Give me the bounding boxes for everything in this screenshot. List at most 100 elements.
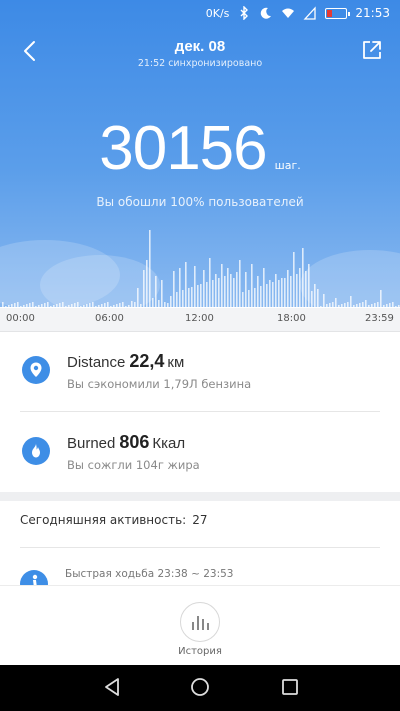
activity-bar <box>344 303 346 307</box>
distance-line: Distance 22,4 км <box>67 351 184 372</box>
share-icon[interactable] <box>360 38 384 62</box>
distance-card[interactable]: Distance 22,4 км Вы сэкономили 1,79Л бензи… <box>0 333 400 409</box>
activity-bar <box>98 305 100 307</box>
nav-home-icon[interactable] <box>190 677 210 697</box>
summary-header: 0K/s 21:53 дек. 08 21:52 синхронизирован… <box>0 0 400 307</box>
activity-bar <box>335 298 337 307</box>
nav-back-icon[interactable] <box>102 677 122 697</box>
activity-bar <box>167 303 169 307</box>
activity-bar <box>131 301 133 307</box>
steps-count: 30156 <box>99 114 267 183</box>
activity-bar <box>386 304 388 307</box>
activity-bar <box>260 286 262 307</box>
activity-bar <box>359 303 361 307</box>
net-speed: 0K/s <box>205 6 230 20</box>
burned-note: Вы сожгли 104г жира <box>67 458 200 472</box>
do-not-disturb-moon-icon <box>261 7 272 19</box>
activity-bar <box>371 304 373 307</box>
today-activity-header: Сегодняшняя активность: 27 <box>20 513 207 527</box>
activity-bar <box>164 302 166 307</box>
battery-icon <box>325 7 351 19</box>
activity-bar <box>305 271 307 307</box>
activity-bar <box>95 306 97 307</box>
activity-bar <box>392 302 394 307</box>
activity-bar <box>245 272 247 307</box>
signal-icon <box>303 6 317 20</box>
activity-bar <box>218 278 220 307</box>
activity-bar <box>44 303 46 307</box>
activity-bar <box>83 305 85 307</box>
divider <box>20 411 380 412</box>
burned-card[interactable]: Burned 806 Ккал Вы сожгли 104г жира <box>0 414 400 490</box>
today-activity-count: 27 <box>192 513 208 527</box>
activity-bar <box>290 276 292 307</box>
activity-bar <box>254 288 256 307</box>
activity-bar <box>140 304 142 307</box>
activity-bar <box>194 266 196 307</box>
time-tick: 23:59 <box>365 313 394 324</box>
activity-bar <box>224 276 226 307</box>
activity-bar <box>5 306 7 307</box>
activity-bar <box>242 292 244 307</box>
activity-histogram[interactable] <box>0 224 400 307</box>
page-title: дек. 08 <box>174 38 226 55</box>
activity-bar <box>323 294 325 307</box>
activity-bar <box>362 302 364 307</box>
activity-bar <box>221 264 223 307</box>
location-pin-icon <box>22 356 50 384</box>
activity-bar <box>161 280 163 307</box>
distance-note: Вы сэкономили 1,79Л бензина <box>67 377 252 391</box>
activity-bar <box>383 305 385 307</box>
activity-bar <box>134 302 136 307</box>
activity-bar <box>2 302 4 307</box>
activity-bar <box>314 284 316 307</box>
distance-unit: км <box>167 354 185 371</box>
activity-bar <box>59 303 61 307</box>
activity-bar <box>233 278 235 307</box>
activity-bar <box>128 305 130 307</box>
activity-bar <box>185 262 187 307</box>
activity-bar <box>248 290 250 307</box>
activity-bar <box>26 304 28 307</box>
activity-bar <box>302 248 304 307</box>
activity-bar <box>65 306 67 307</box>
activity-bar <box>257 276 259 307</box>
activity-bar <box>239 260 241 307</box>
activity-bar <box>80 306 82 307</box>
activity-bar <box>395 306 397 307</box>
activity-bar <box>389 303 391 307</box>
activity-bar <box>155 276 157 307</box>
activity-bar <box>278 280 280 307</box>
history-button[interactable] <box>180 602 220 642</box>
activity-bar <box>86 304 88 307</box>
activity-bar <box>299 268 301 307</box>
activity-bar <box>266 284 268 307</box>
activity-item-text[interactable]: Быстрая ходьба 23:38 ~ 23:53 <box>65 568 233 580</box>
activity-bar <box>188 288 190 307</box>
activity-bar <box>308 264 310 307</box>
bar-chart-icon <box>191 622 194 630</box>
activity-bar <box>347 302 349 307</box>
time-axis: 00:00 06:00 12:00 18:00 23:59 <box>0 308 400 332</box>
flame-icon <box>22 437 50 465</box>
activity-bar <box>50 306 52 307</box>
activity-bar <box>113 305 115 307</box>
activity-bar <box>338 305 340 307</box>
activity-bar <box>56 304 58 307</box>
activity-bar <box>353 305 355 307</box>
status-bar: 0K/s 21:53 <box>0 0 400 26</box>
activity-bar <box>326 304 328 307</box>
activity-bar <box>293 252 295 307</box>
time-tick: 00:00 <box>6 313 35 324</box>
activity-bar <box>296 274 298 307</box>
activity-bar <box>149 230 151 307</box>
nav-recents-icon[interactable] <box>280 677 300 697</box>
percentile-text: Вы обошли 100% пользователей <box>96 195 304 209</box>
activity-bar <box>380 290 382 307</box>
activity-bar <box>38 305 40 307</box>
time-tick: 18:00 <box>277 313 306 324</box>
activity-bar <box>251 264 253 307</box>
activity-bar <box>197 285 199 307</box>
bar-chart-icon <box>201 619 204 630</box>
activity-bar <box>17 302 19 307</box>
